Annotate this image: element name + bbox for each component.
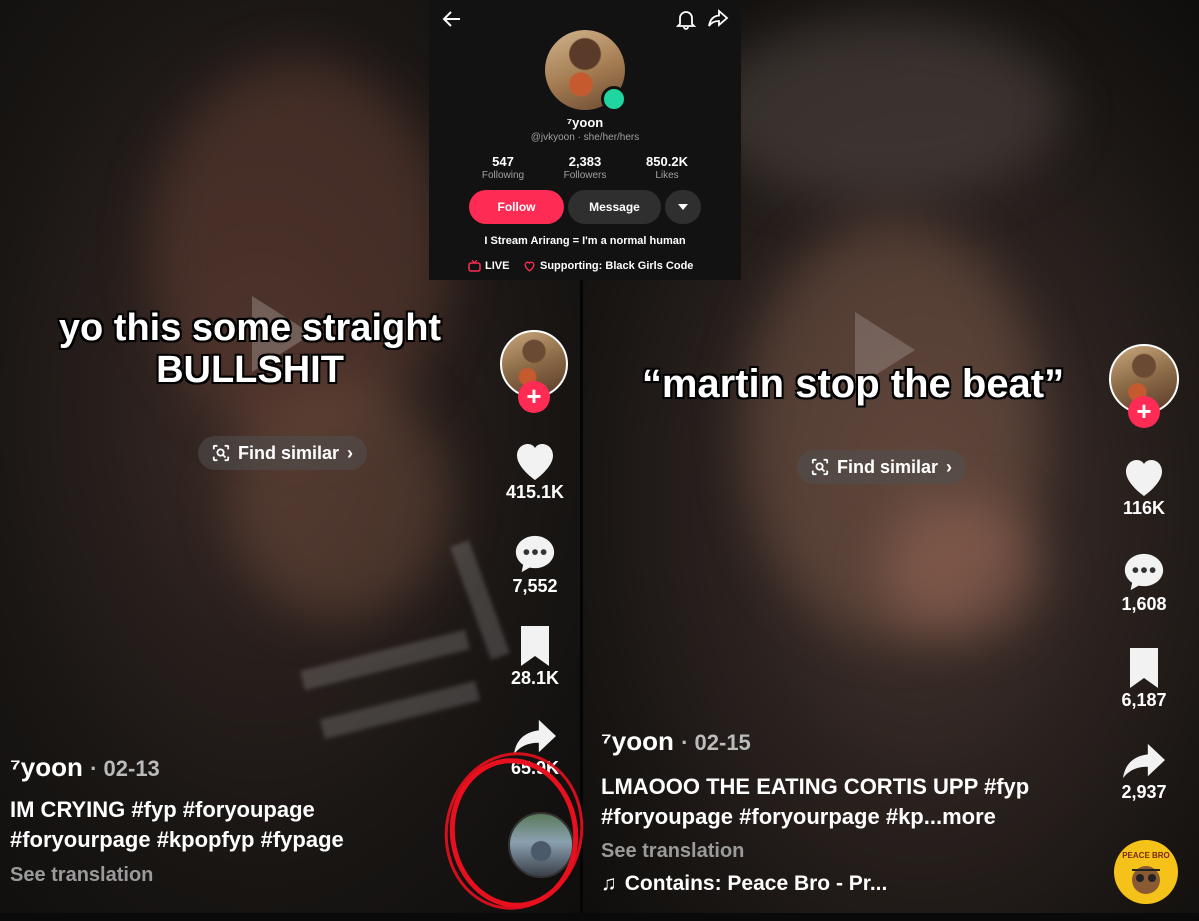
profile-handle: @jvkyoon · she/her/hers	[530, 132, 640, 143]
bookmark-icon	[1130, 648, 1158, 688]
chevron-right-icon: ›	[347, 442, 354, 463]
likes-count: 850.2K	[646, 154, 688, 169]
comment-button[interactable]: 1,608	[1104, 550, 1184, 615]
background-stripe	[300, 629, 470, 691]
chevron-down-icon	[678, 204, 688, 210]
share-count: 2,937	[1121, 782, 1167, 802]
bookmark-icon	[521, 626, 549, 666]
visual-search-icon	[212, 444, 230, 462]
comment-count: 7,552	[512, 576, 558, 596]
find-similar-button[interactable]: Find similar ›	[797, 450, 967, 484]
profile-card: ⁷yoon @jvkyoon · she/her/hers 547 Follow…	[429, 0, 741, 280]
description-line: IM CRYING #fyp #foryoupage	[10, 797, 315, 822]
comment-icon	[1124, 553, 1164, 591]
heart-icon	[517, 444, 553, 480]
save-button[interactable]: 6,187	[1104, 646, 1184, 711]
profile-name: ⁷yoon	[566, 115, 604, 130]
description-line: LMAOOO THE EATING CORTIS UPP #fyp	[601, 774, 1030, 799]
comment-icon	[515, 535, 555, 573]
supporting-label: Supporting: Black Girls Code	[540, 260, 694, 272]
followers-label: Followers	[563, 170, 607, 181]
live-label: LIVE	[485, 260, 510, 272]
save-button[interactable]: 28.1K	[495, 624, 575, 689]
likes-stat[interactable]: 850.2K Likes	[622, 154, 712, 181]
followers-count: 2,383	[568, 154, 602, 169]
comment-button[interactable]: 7,552	[495, 532, 575, 597]
find-similar-button[interactable]: Find similar ›	[198, 436, 368, 470]
share-icon[interactable]	[707, 8, 729, 30]
music-disc[interactable]: PEACE BRO	[1114, 840, 1178, 904]
post-date: · 02-13	[90, 756, 160, 781]
like-button[interactable]: 116K	[1104, 454, 1184, 519]
follow-plus-icon[interactable]: +	[1128, 396, 1160, 428]
likes-label: Likes	[655, 170, 679, 181]
save-count: 6,187	[1121, 690, 1167, 710]
more-dropdown-button[interactable]	[665, 190, 701, 224]
background-blur	[703, 20, 1063, 200]
video-description[interactable]: LMAOOO THE EATING CORTIS UPP #fyp #foryo…	[601, 772, 1029, 832]
save-count: 28.1K	[510, 668, 560, 688]
author-username[interactable]: ⁷yoon	[10, 752, 83, 782]
background-blur	[230, 380, 450, 620]
comment-count: 1,608	[1121, 594, 1167, 614]
author-username[interactable]: ⁷yoon	[601, 726, 674, 756]
caption-line: BULLSHIT	[156, 348, 344, 391]
like-count: 116K	[1122, 498, 1166, 518]
online-status-dot	[601, 86, 627, 112]
like-count: 415.1K	[505, 482, 565, 502]
back-arrow-icon[interactable]	[441, 8, 463, 30]
message-button[interactable]: Message	[568, 190, 661, 224]
follow-button[interactable]: Follow	[469, 190, 564, 224]
live-badge[interactable]: LIVE	[468, 260, 509, 272]
heart-outline-icon	[524, 261, 535, 272]
like-button[interactable]: 415.1K	[495, 438, 575, 503]
video-description[interactable]: IM CRYING #fyp #foryoupage #foryourpage …	[10, 795, 344, 855]
description-line: #foryourpage #kpopfyp #fypage	[10, 827, 344, 852]
followers-stat[interactable]: 2,383 Followers	[540, 154, 630, 181]
caption-line: yo this some straight	[58, 307, 442, 349]
follow-plus-icon[interactable]: +	[518, 381, 550, 413]
share-button[interactable]: 2,937	[1104, 740, 1184, 803]
live-tv-icon	[468, 260, 481, 272]
video-caption: “martin stop the beat”	[641, 362, 1065, 406]
video-author-line[interactable]: ⁷yoon · 02-13	[10, 752, 160, 783]
profile-bio: I Stream Arirang = I'm a normal human	[484, 235, 686, 247]
disc-label: PEACE BRO	[1122, 851, 1170, 860]
chevron-right-icon: ›	[946, 456, 953, 477]
music-title: Contains: Peace Bro - Pr...	[624, 872, 888, 895]
video-author-line[interactable]: ⁷yoon · 02-15	[601, 726, 751, 757]
visual-search-icon	[811, 458, 829, 476]
peace-bro-logo: PEACE BRO	[1122, 851, 1170, 894]
heart-icon	[1126, 460, 1162, 496]
post-date: · 02-15	[681, 730, 751, 755]
bell-icon[interactable]	[675, 8, 697, 30]
background-blur	[883, 500, 1043, 640]
share-arrow-icon	[1123, 743, 1165, 779]
description-line: #foryoupage #foryourpage #kp...more	[601, 804, 996, 829]
following-stat[interactable]: 547 Following	[458, 154, 548, 181]
music-info[interactable]: ♫ Contains: Peace Bro - Pr...	[601, 872, 887, 896]
video-caption: yo this some straight BULLSHIT	[20, 307, 480, 392]
see-translation-link[interactable]: See translation	[601, 840, 744, 863]
following-count: 547	[492, 154, 514, 169]
supporting-badge[interactable]: Supporting: Black Girls Code	[523, 260, 693, 272]
music-note-icon: ♫	[601, 872, 617, 895]
find-similar-label: Find similar	[837, 456, 939, 477]
find-similar-label: Find similar	[238, 442, 340, 463]
background-stripe	[319, 680, 481, 740]
see-translation-link[interactable]: See translation	[10, 864, 153, 887]
following-label: Following	[481, 170, 525, 181]
